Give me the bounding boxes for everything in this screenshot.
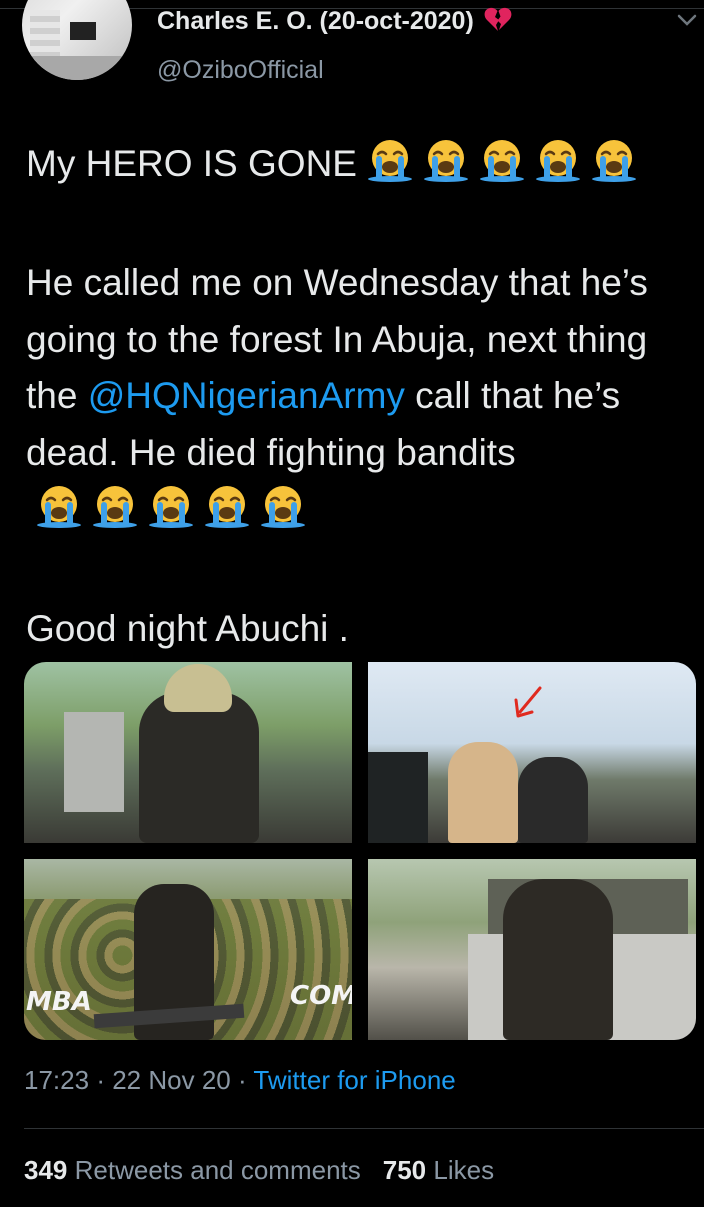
emoji-group xyxy=(34,484,314,545)
meta-separator: · xyxy=(237,1065,247,1095)
stats-divider xyxy=(24,1128,704,1129)
avatar-floor-shape xyxy=(22,56,132,80)
photo-1[interactable] xyxy=(24,662,352,843)
meta-separator: · xyxy=(96,1065,105,1095)
loudly-crying-face-icon xyxy=(591,140,636,182)
tweet-line-3: Good night Abuchi . xyxy=(26,607,349,649)
tweet-date: 22 Nov 20 xyxy=(112,1065,231,1095)
photo-1-soldier xyxy=(139,692,259,843)
broken-heart-icon xyxy=(484,7,512,32)
loudly-crying-face-icon xyxy=(93,485,137,528)
mention-link[interactable]: @HQNigerianArmy xyxy=(88,375,405,416)
retweets-label: Retweets and comments xyxy=(74,1155,361,1185)
tweet-time: 17:23 xyxy=(24,1065,90,1095)
photo-2-car xyxy=(368,752,428,843)
photo-2[interactable] xyxy=(368,662,696,843)
tweet-line-1-text: My HERO IS GONE xyxy=(26,143,357,184)
likes-count: 750 xyxy=(382,1155,427,1185)
photo-4[interactable] xyxy=(368,859,696,1040)
loudly-crying-face-icon xyxy=(37,485,81,528)
photo-2-person-1 xyxy=(448,742,518,843)
photo-1-vehicle xyxy=(64,712,124,812)
tweet-meta: 17:23 · 22 Nov 20 · Twitter for iPhone xyxy=(24,1065,456,1096)
likes-label: Likes xyxy=(433,1155,495,1185)
tweet-text: My HERO IS GONE He called me on Wednesda… xyxy=(26,136,686,657)
retweets-stat[interactable]: 349 Retweets and comments xyxy=(24,1155,361,1185)
tweet-source-link[interactable]: Twitter for iPhone xyxy=(253,1065,455,1095)
photo-3-sign-left: MBA xyxy=(26,987,92,1017)
retweets-count: 349 xyxy=(24,1155,68,1185)
loudly-crying-face-icon xyxy=(205,485,249,528)
media-grid: MBA COM xyxy=(24,662,696,1040)
likes-stat[interactable]: 750 Likes xyxy=(383,1155,494,1185)
loudly-crying-face-icon xyxy=(423,140,468,182)
display-name[interactable]: Charles E. O. (20-oct-2020) xyxy=(157,6,512,36)
tweet-stats: 349 Retweets and comments 750 Likes xyxy=(24,1155,494,1186)
loudly-crying-face-icon xyxy=(149,485,193,528)
avatar[interactable] xyxy=(22,0,132,80)
photo-3-sign-right: COM xyxy=(290,981,352,1011)
tweet-line-1: My HERO IS GONE xyxy=(26,136,686,199)
chevron-down-icon[interactable] xyxy=(676,12,698,28)
loudly-crying-face-icon xyxy=(261,485,305,528)
loudly-crying-face-icon xyxy=(535,140,580,182)
photo-2-person-2 xyxy=(518,757,588,843)
user-handle[interactable]: @OziboOfficial xyxy=(157,56,324,85)
emoji-group xyxy=(365,138,645,199)
photo-1-helmet xyxy=(164,664,232,712)
loudly-crying-face-icon xyxy=(367,140,412,182)
avatar-tv-shape xyxy=(70,22,96,40)
display-name-text: Charles E. O. (20-oct-2020) xyxy=(157,7,474,35)
loudly-crying-face-icon xyxy=(479,140,524,182)
tweet-paragraph-2: He called me on Wednesday that he’s goin… xyxy=(26,255,686,544)
red-arrow-icon xyxy=(514,686,542,718)
photo-4-soldier xyxy=(503,879,613,1040)
photo-3[interactable]: MBA COM xyxy=(24,859,352,1040)
